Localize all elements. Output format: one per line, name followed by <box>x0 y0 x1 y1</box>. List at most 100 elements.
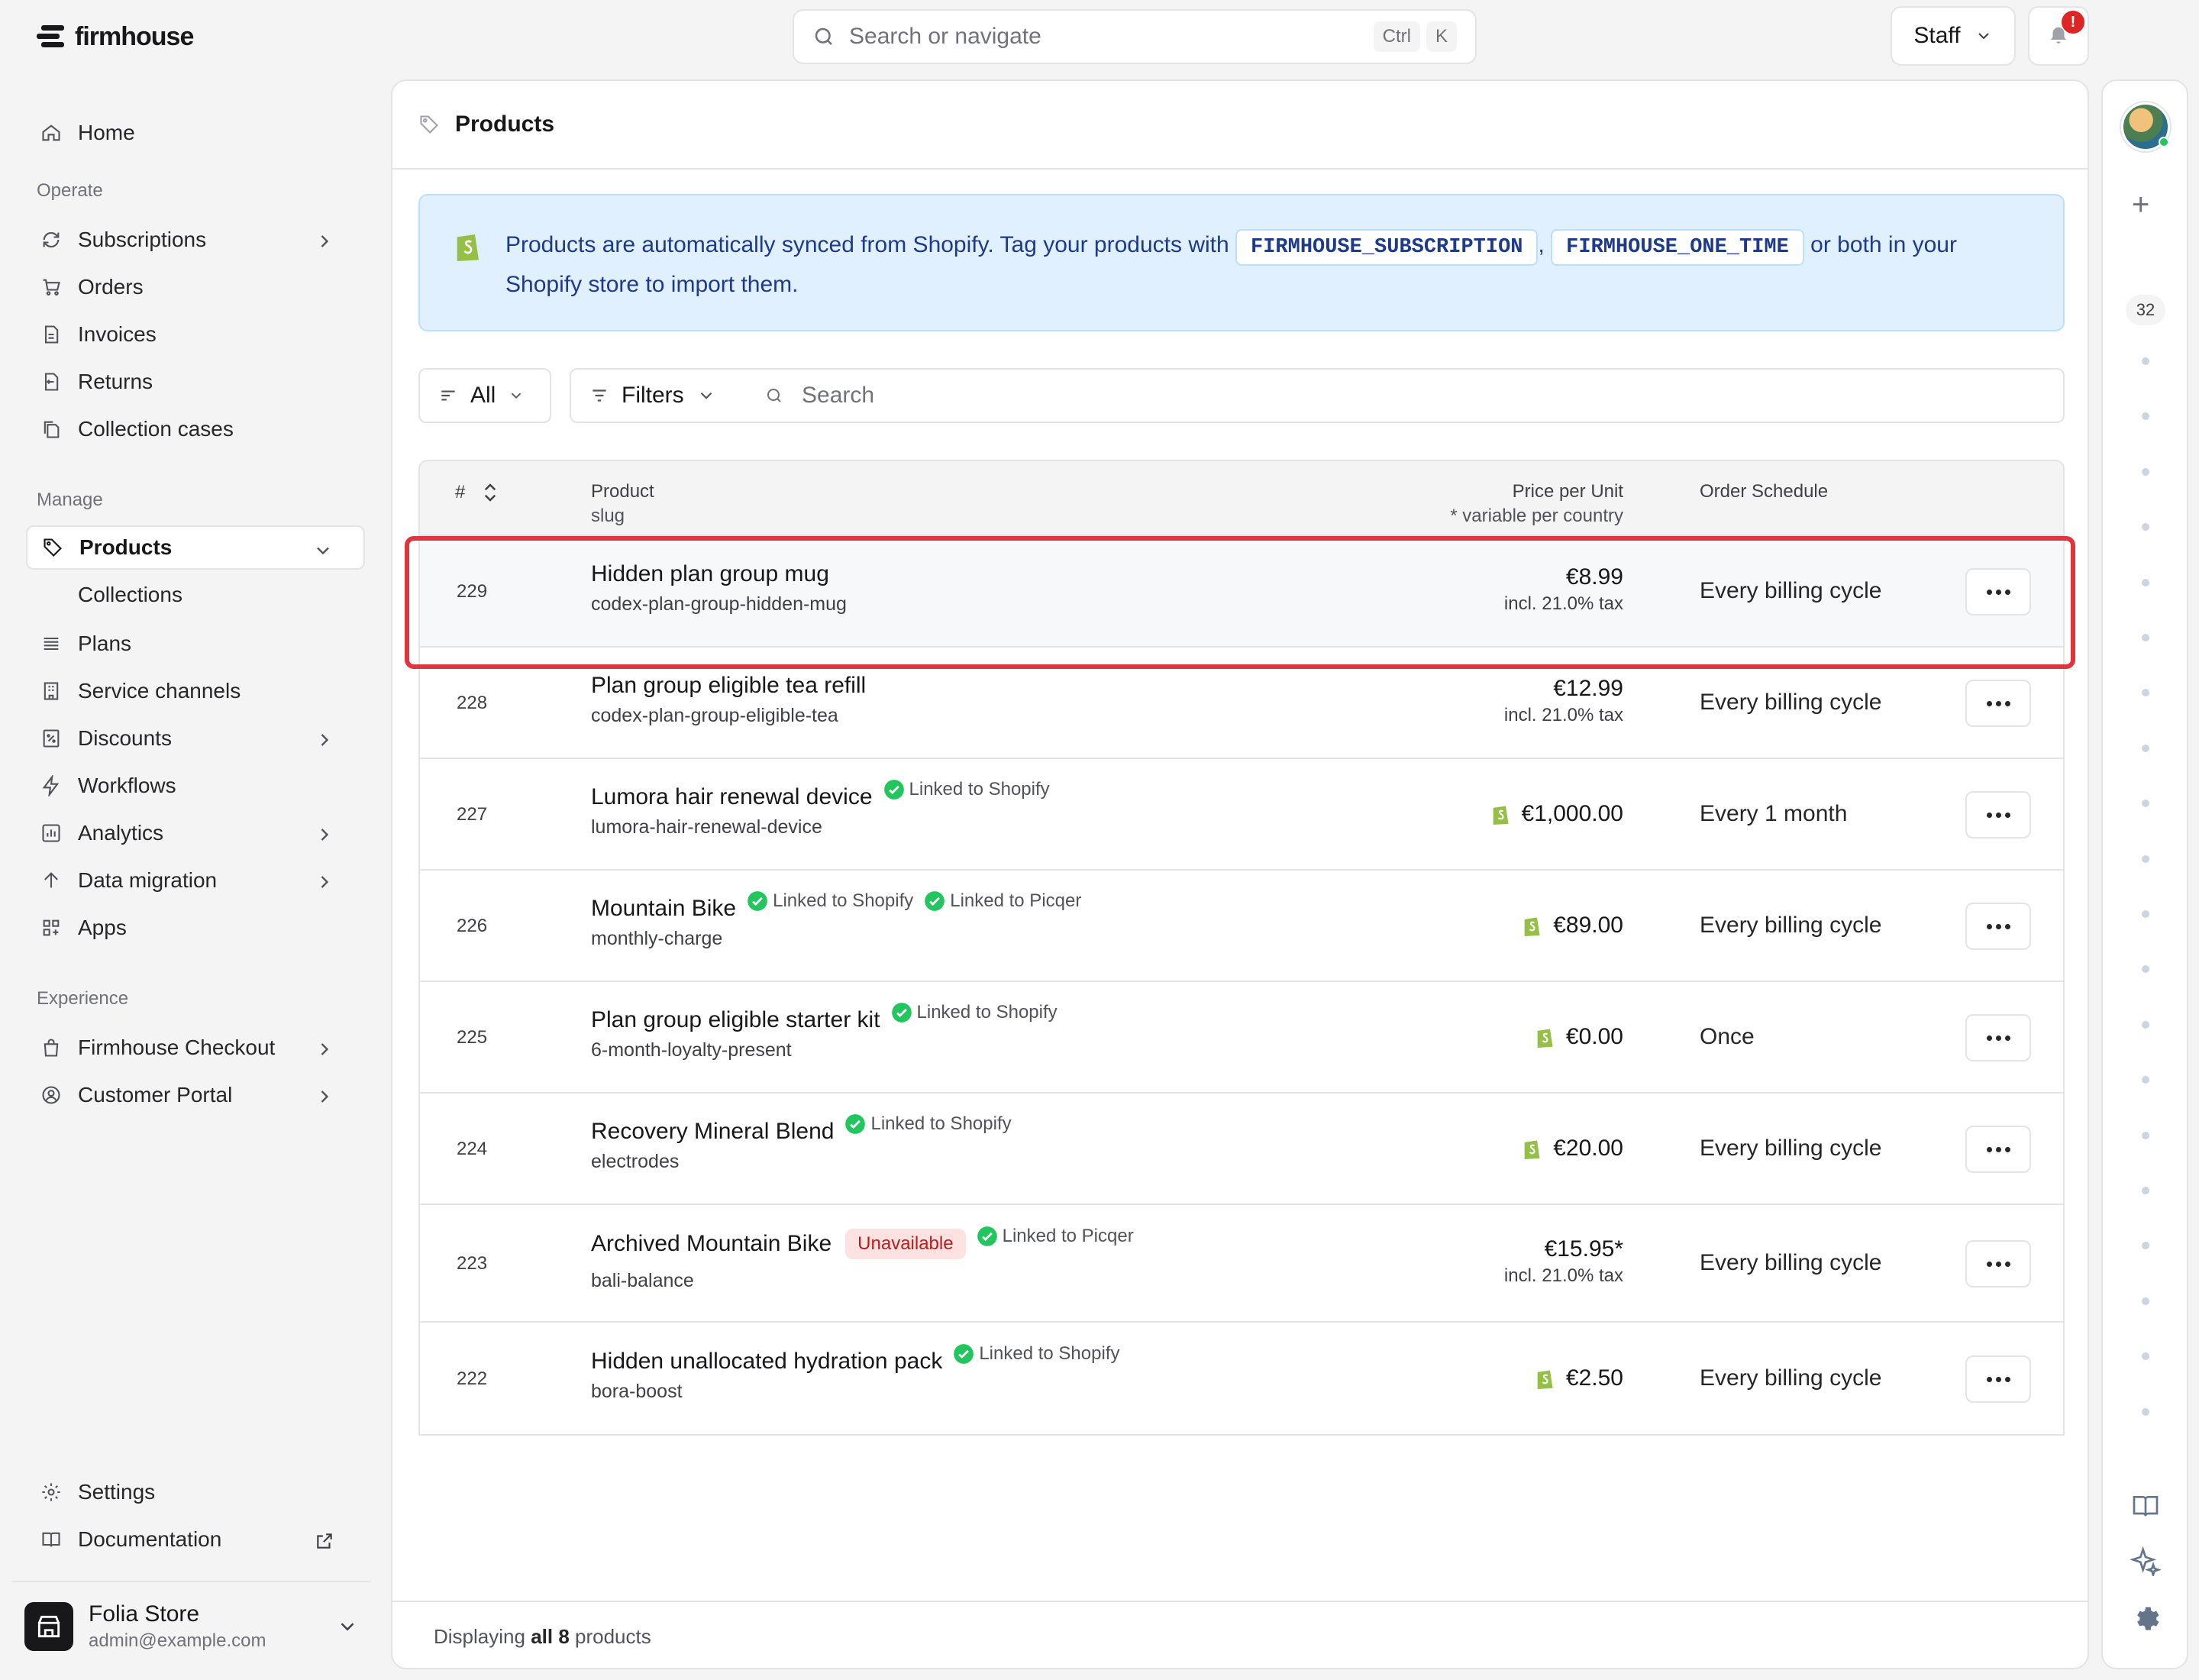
dot <box>2004 1146 2010 1152</box>
copy-doc-icon <box>38 416 64 442</box>
row-actions-button[interactable] <box>1965 568 2031 615</box>
view-select[interactable]: All <box>418 368 551 423</box>
rail-dot[interactable] <box>2142 467 2149 476</box>
rail-dot[interactable] <box>2142 412 2149 421</box>
sidebar-item-collection-cases[interactable]: Collection cases <box>26 407 365 451</box>
store-switcher[interactable]: Folia Store admin@example.com <box>12 1581 371 1671</box>
sparkle-icon[interactable] <box>2130 1546 2161 1576</box>
global-search[interactable]: Search or navigate Ctrl K <box>793 9 1477 64</box>
banner-text-before: Products are automatically synced from S… <box>505 232 1229 257</box>
store-name: Folia Store <box>89 1601 200 1627</box>
table-row[interactable]: 226 Mountain Bike Linked to Shopify Linked … <box>418 871 2065 982</box>
avatar[interactable] <box>2121 102 2170 151</box>
table-row[interactable]: 227 Lumora hair renewal device Linked to S… <box>418 759 2065 871</box>
sidebar-item-data-migration[interactable]: Data migration <box>26 858 365 903</box>
rail-dot[interactable] <box>2142 1020 2149 1029</box>
rail-dot[interactable] <box>2142 744 2149 752</box>
sidebar-item-firmhouse-checkout[interactable]: Firmhouse Checkout <box>26 1026 365 1070</box>
row-actions-button[interactable] <box>1965 903 2031 950</box>
product-cell[interactable]: Plan group eligible tea refill codex-plan… <box>591 673 866 727</box>
sidebar-item-documentation[interactable]: Documentation <box>26 1517 365 1562</box>
shopify-bag-icon <box>1534 1366 1555 1391</box>
product-cell[interactable]: Hidden plan group mug codex-plan-group-hi… <box>591 561 847 615</box>
sidebar-item-subscriptions[interactable]: Subscriptions <box>26 218 365 262</box>
rail-dot[interactable] <box>2142 1352 2149 1361</box>
app-logo[interactable]: firmhouse <box>35 21 194 52</box>
rail-dot[interactable] <box>2142 523 2149 531</box>
dot <box>1995 812 2001 818</box>
sidebar-item-label: Collections <box>78 583 182 606</box>
sidebar-item-customer-portal[interactable]: Customer Portal <box>26 1073 365 1117</box>
col-id-header[interactable]: # <box>455 481 499 504</box>
rail-dot[interactable] <box>2142 689 2149 697</box>
product-cell[interactable]: Plan group eligible starter kit Linked to… <box>591 1002 1058 1061</box>
sidebar-item-returns[interactable]: Returns <box>26 360 365 404</box>
role-dropdown[interactable]: Staff <box>1891 6 2016 66</box>
table-row[interactable]: 223 Archived Mountain Bike Unavailable Link… <box>418 1205 2065 1323</box>
firmhouse-logo-icon <box>35 24 66 50</box>
table-row[interactable]: 229 Hidden plan group mug codex-plan-group… <box>418 536 2065 648</box>
sidebar-item-apps[interactable]: Apps <box>26 906 365 950</box>
rail-dot[interactable] <box>2142 1076 2149 1084</box>
rail-dot[interactable] <box>2142 1131 2149 1139</box>
dot <box>1995 1146 2001 1152</box>
sidebar-item-orders[interactable]: Orders <box>26 265 365 309</box>
product-id: 226 <box>457 916 488 936</box>
sidebar-item-label: Orders <box>78 275 144 299</box>
rail-dot[interactable] <box>2142 578 2149 586</box>
sidebar-item-service-channels[interactable]: Service channels <box>26 669 365 713</box>
product-cell[interactable]: Hidden unallocated hydration pack Linked … <box>591 1343 1119 1403</box>
price-value: €8.99 <box>1565 564 1623 590</box>
row-actions-button[interactable] <box>1965 1240 2031 1287</box>
price-line: €15.95* <box>1504 1236 1623 1262</box>
row-actions-button[interactable] <box>1965 680 2031 727</box>
table-search-input[interactable]: Search <box>747 368 2065 423</box>
order-schedule: Every billing cycle <box>1700 578 1882 603</box>
rail-dot[interactable] <box>2142 357 2149 365</box>
row-actions-button[interactable] <box>1965 1126 2031 1173</box>
shopify-bag-icon <box>1521 913 1542 938</box>
row-actions-button[interactable] <box>1965 1355 2031 1403</box>
rail-dot[interactable] <box>2142 1407 2149 1416</box>
rail-dot[interactable] <box>2142 1187 2149 1194</box>
product-cell[interactable]: Lumora hair renewal device Linked to Shop… <box>591 779 1050 838</box>
row-actions-button[interactable] <box>1965 791 2031 838</box>
product-cell[interactable]: Recovery Mineral Blend Linked to Shopify e… <box>591 1113 1012 1173</box>
table-row[interactable]: 228 Plan group eligible tea refill codex-p… <box>418 648 2065 759</box>
linked-badge: Linked to Shopify <box>844 1113 1012 1135</box>
rail-dot[interactable] <box>2142 634 2149 641</box>
gear-icon[interactable] <box>2130 1602 2161 1633</box>
rail-dot[interactable] <box>2142 800 2149 808</box>
sidebar-item-discounts[interactable]: Discounts <box>26 716 365 761</box>
rail-dot[interactable] <box>2142 910 2149 918</box>
sidebar-item-home[interactable]: Home <box>26 111 365 155</box>
product-cell[interactable]: Archived Mountain Bike Unavailable Linked … <box>591 1226 1134 1292</box>
notifications-button[interactable]: ! <box>2028 6 2089 66</box>
plus-icon[interactable]: + <box>2132 189 2149 220</box>
row-actions-button[interactable] <box>1965 1014 2031 1061</box>
sidebar-item-plans[interactable]: Plans <box>26 622 365 666</box>
product-id: 228 <box>457 693 488 713</box>
sidebar-item-settings[interactable]: Settings <box>26 1470 365 1514</box>
sidebar-item-workflows[interactable]: Workflows <box>26 764 365 808</box>
page-title: Products <box>455 111 555 137</box>
rail-dot[interactable] <box>2142 965 2149 974</box>
sidebar-item-collections[interactable]: Collections <box>26 573 365 617</box>
rail-dot[interactable] <box>2142 1297 2149 1305</box>
book-icon[interactable] <box>2130 1491 2161 1521</box>
check-circle-icon <box>924 890 945 912</box>
sort-icon <box>482 481 499 504</box>
sidebar-item-label: Data migration <box>78 868 218 892</box>
product-cell[interactable]: Mountain Bike Linked to Shopify Linked to … <box>591 890 1081 950</box>
table-row[interactable]: 222 Hidden unallocated hydration pack Link… <box>418 1323 2065 1436</box>
table-row[interactable]: 224 Recovery Mineral Blend Linked to Shopi… <box>418 1094 2065 1205</box>
sidebar-item-products[interactable]: Products <box>26 525 365 570</box>
rail-dot[interactable] <box>2142 855 2149 863</box>
dot <box>1995 700 2001 706</box>
check-circle-icon <box>891 1002 912 1023</box>
filters-button[interactable]: Filters <box>570 368 748 423</box>
rail-dot[interactable] <box>2142 1242 2149 1250</box>
sidebar-item-analytics[interactable]: Analytics <box>26 811 365 855</box>
sidebar-item-invoices[interactable]: Invoices <box>26 312 365 357</box>
table-row[interactable]: 225 Plan group eligible starter kit Linked… <box>418 982 2065 1094</box>
